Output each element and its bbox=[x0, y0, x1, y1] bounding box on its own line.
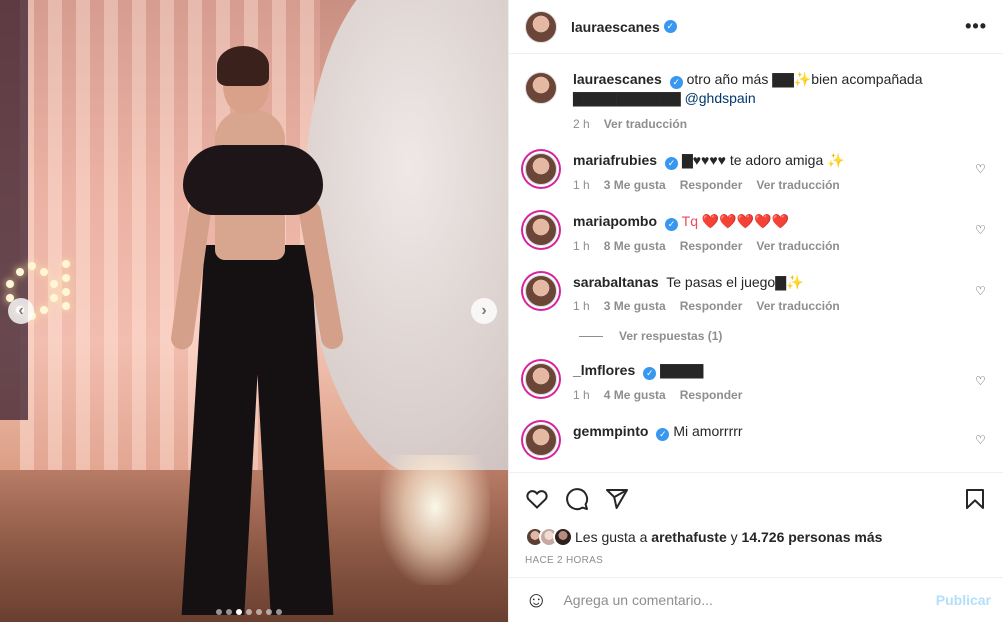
comment-text: Tq ❤️❤️❤️❤️❤️ bbox=[681, 213, 790, 229]
translate-link[interactable]: Ver traducción bbox=[756, 299, 839, 313]
comment-text: Te pasas el juego▇✨ bbox=[666, 274, 804, 290]
comment-username[interactable]: mariafrubies bbox=[573, 152, 657, 168]
caption: lauraescanes ✓ otro año más ▇▇✨bien acomp… bbox=[525, 54, 987, 131]
comment-username[interactable]: gemmpinto bbox=[573, 423, 648, 439]
verified-badge-icon: ✓ bbox=[665, 157, 679, 170]
carousel-dot bbox=[246, 609, 252, 615]
carousel-dot bbox=[216, 609, 222, 615]
comment-time[interactable]: 1 h bbox=[573, 239, 590, 253]
likes-middle: y bbox=[730, 529, 738, 545]
likes-prefix: Les gusta a bbox=[575, 529, 648, 545]
likes-summary[interactable]: Les gusta a arethafuste y 14.726 persona… bbox=[525, 527, 987, 547]
comment-item: gemmpinto ✓ Mi amorrrrr ♡ bbox=[525, 402, 987, 456]
view-replies-button[interactable]: Ver respuestas (1) bbox=[579, 329, 987, 343]
carousel-dot bbox=[266, 609, 272, 615]
share-icon[interactable] bbox=[605, 487, 629, 511]
reply-button[interactable]: Responder bbox=[680, 299, 743, 313]
comment-like-heart-icon[interactable]: ♡ bbox=[975, 434, 987, 446]
verified-badge-icon: ✓ bbox=[665, 218, 679, 231]
post-photo[interactable]: ‹ › bbox=[0, 0, 508, 622]
caption-username[interactable]: lauraescanes bbox=[573, 71, 662, 87]
comment-icon[interactable] bbox=[565, 487, 589, 511]
post-side-panel: lauraescanes ✓ ••• lauraescanes ✓ otro añ… bbox=[508, 0, 1003, 622]
view-replies-label[interactable]: Ver respuestas (1) bbox=[619, 329, 722, 343]
verified-badge-icon: ✓ bbox=[669, 76, 683, 89]
bookmark-icon[interactable] bbox=[963, 487, 987, 511]
comment-input[interactable] bbox=[563, 592, 936, 608]
comment-like-heart-icon[interactable]: ♡ bbox=[975, 224, 987, 236]
avatar[interactable] bbox=[525, 424, 557, 456]
liker-avatars bbox=[525, 527, 573, 547]
comment-text: ▇♥♥♥♥ te adoro amiga ✨ bbox=[681, 152, 845, 168]
comments-list[interactable]: lauraescanes ✓ otro año más ▇▇✨bien acomp… bbox=[509, 54, 1003, 472]
comment-time[interactable]: 1 h bbox=[573, 178, 590, 192]
avatar[interactable] bbox=[525, 214, 557, 246]
comment-time[interactable]: 1 h bbox=[573, 388, 590, 402]
chevron-left-icon: ‹ bbox=[18, 302, 24, 319]
translate-link[interactable]: Ver traducción bbox=[756, 178, 839, 192]
reply-button[interactable]: Responder bbox=[680, 239, 743, 253]
comment-likes[interactable]: 3 Me gusta bbox=[604, 178, 666, 192]
verified-badge-icon: ✓ bbox=[663, 20, 677, 33]
comment-item: sarabaltanas Te pasas el juego▇✨ 1 h 3 M… bbox=[525, 253, 987, 313]
comment-text: ▇▇▇▇ bbox=[660, 362, 704, 378]
reply-button[interactable]: Responder bbox=[680, 178, 743, 192]
dark-wall bbox=[0, 0, 28, 420]
avatar[interactable] bbox=[525, 275, 557, 307]
post-actions: Les gusta a arethafuste y 14.726 persona… bbox=[509, 472, 1003, 577]
verified-badge-icon: ✓ bbox=[643, 367, 657, 380]
comment-like-heart-icon[interactable]: ♡ bbox=[975, 285, 987, 297]
verified-badge-icon: ✓ bbox=[656, 428, 670, 441]
comment-username[interactable]: _lmflores bbox=[573, 362, 635, 378]
chandelier bbox=[380, 455, 490, 585]
post-modal: ‹ › lauraescanes ✓ ••• lauraescanes ✓ ot… bbox=[0, 0, 1003, 622]
post-timestamp[interactable]: HACE 2 HORAS bbox=[525, 555, 987, 566]
post-header: lauraescanes ✓ ••• bbox=[509, 0, 1003, 54]
author-username[interactable]: lauraescanes bbox=[571, 19, 660, 35]
heart-icon[interactable] bbox=[525, 487, 549, 511]
caption-mention[interactable]: @ghdspain bbox=[685, 90, 756, 106]
carousel-dot-active bbox=[236, 609, 242, 615]
comment-item: _lmflores ✓ ▇▇▇▇ 1 h 4 Me gusta Responder… bbox=[525, 343, 987, 402]
comment-time[interactable]: 1 h bbox=[573, 299, 590, 313]
avatar[interactable] bbox=[525, 363, 557, 395]
comment-likes[interactable]: 8 Me gusta bbox=[604, 239, 666, 253]
divider bbox=[579, 335, 603, 337]
comment-like-heart-icon[interactable]: ♡ bbox=[975, 163, 987, 175]
likes-count[interactable]: 14.726 personas más bbox=[742, 529, 883, 545]
comment-username[interactable]: sarabaltanas bbox=[573, 274, 659, 290]
next-slide-button[interactable]: › bbox=[471, 298, 497, 324]
avatar[interactable] bbox=[525, 153, 557, 185]
more-horizontal-icon[interactable]: ••• bbox=[965, 16, 987, 37]
publish-button[interactable]: Publicar bbox=[936, 592, 991, 608]
previous-slide-button[interactable]: ‹ bbox=[8, 298, 34, 324]
reply-button[interactable]: Responder bbox=[680, 388, 743, 402]
comment-composer: ☺ Publicar bbox=[509, 577, 1003, 622]
comment-username[interactable]: mariapombo bbox=[573, 213, 657, 229]
avatar[interactable] bbox=[525, 72, 557, 104]
likes-user[interactable]: arethafuste bbox=[651, 529, 726, 545]
comment-item: mariafrubies ✓ ▇♥♥♥♥ te adoro amiga ✨ 1 h… bbox=[525, 131, 987, 192]
comment-likes[interactable]: 4 Me gusta bbox=[604, 388, 666, 402]
comment-like-heart-icon[interactable]: ♡ bbox=[975, 375, 987, 387]
avatar[interactable] bbox=[525, 10, 557, 43]
emoji-icon[interactable]: ☺ bbox=[525, 589, 547, 611]
comment-text: Mi amorrrrr bbox=[673, 423, 743, 439]
carousel-dot bbox=[256, 609, 262, 615]
carousel-dot bbox=[226, 609, 232, 615]
carousel-indicator bbox=[216, 609, 282, 615]
chevron-right-icon: › bbox=[481, 302, 487, 319]
translate-link[interactable]: Ver traducción bbox=[756, 239, 839, 253]
caption-translate-link[interactable]: Ver traducción bbox=[604, 117, 687, 131]
comment-item: mariapombo ✓ Tq ❤️❤️❤️❤️❤️ 1 h 8 Me gusta… bbox=[525, 192, 987, 253]
carousel-dot bbox=[276, 609, 282, 615]
model-figure bbox=[165, 46, 345, 620]
caption-time[interactable]: 2 h bbox=[573, 117, 590, 131]
comment-likes[interactable]: 3 Me gusta bbox=[604, 299, 666, 313]
